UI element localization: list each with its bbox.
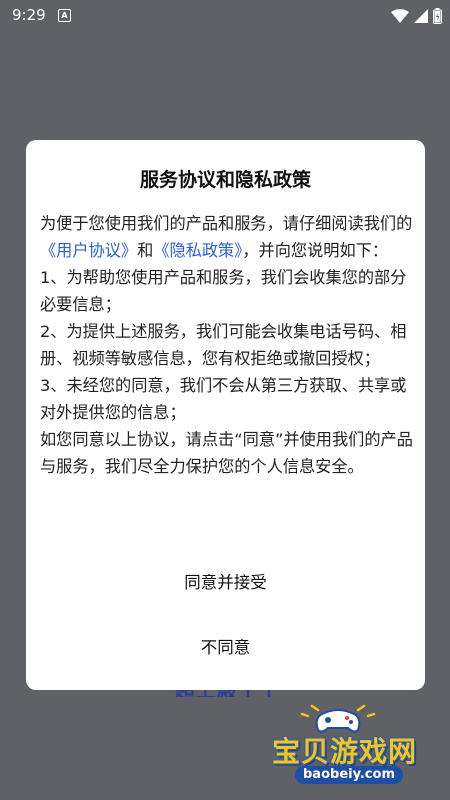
closing-paragraph: 如您同意以上协议，请点击“同意”并使用我们的产品与服务，我们尽全力保护您的个人信… (40, 430, 413, 476)
watermark-name: 宝贝游戏网 (272, 735, 418, 768)
wifi-icon (391, 8, 410, 23)
signal-icon (414, 8, 429, 23)
battery-icon (433, 7, 442, 24)
accept-button[interactable]: 同意并接受 (26, 563, 425, 603)
intro-prefix: 为便于您使用我们的产品和服务，请仔细阅读我们的 (40, 214, 413, 233)
status-icons (391, 6, 442, 24)
notification-icon: A (58, 9, 71, 22)
watermark-url: baobeiy.com (295, 766, 403, 784)
item-3: 3、未经您的同意，我们不会从第三方获取、共享或对外提供您的信息； (40, 376, 407, 422)
item-2: 2、为提供上述服务，我们可能会收集电话号码、相册、视频等敏感信息，您有权拒绝或撤… (40, 322, 407, 368)
privacy-dialog: 服务协议和隐私政策 为便于您使用我们的产品和服务，请仔细阅读我们的《用户协议》和… (26, 140, 425, 690)
status-bar: 9:29 A (0, 0, 450, 30)
intro-paragraph: 为便于您使用我们的产品和服务，请仔细阅读我们的《用户协议》和《隐私政策》，并向您… (40, 210, 418, 264)
privacy-policy-link[interactable]: 《隐私政策》 (153, 241, 242, 260)
dialog-title: 服务协议和隐私政策 (139, 169, 311, 191)
intro-suffix: ，并向您说明如下： (242, 241, 389, 260)
decline-button[interactable]: 不同意 (26, 628, 425, 668)
and-text: 和 (137, 241, 154, 260)
status-time: 9:29 (12, 6, 46, 24)
user-agreement-link[interactable]: 《用户协议》 (40, 241, 137, 260)
dialog-body: 为便于您使用我们的产品和服务，请仔细阅读我们的《用户协议》和《隐私政策》，并向您… (40, 210, 418, 480)
item-1: 1、为帮助您使用产品和服务，我们会收集您的部分必要信息； (40, 268, 407, 314)
